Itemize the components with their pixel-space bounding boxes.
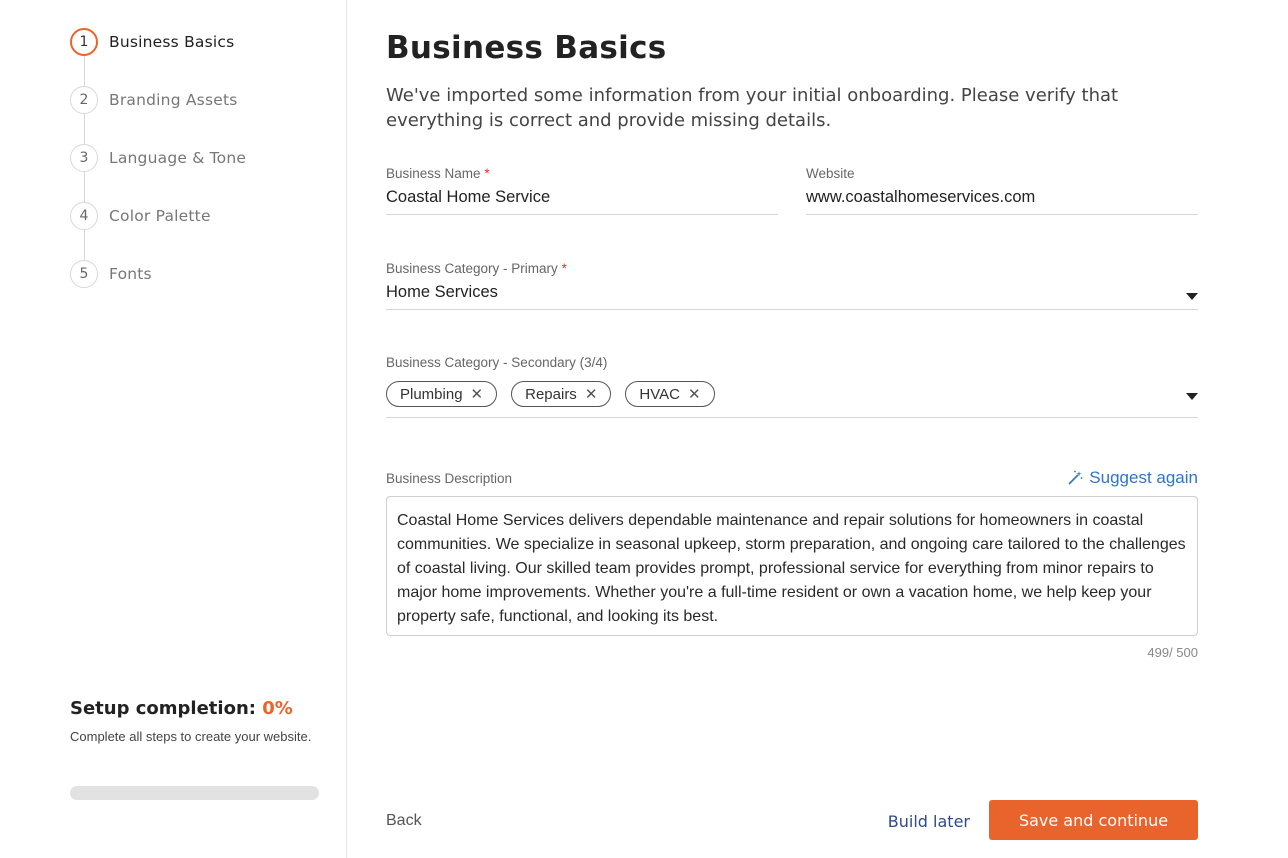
step-language-tone[interactable]: 3 Language & Tone <box>70 144 246 202</box>
completion-percent: 0% <box>262 698 293 719</box>
completion-title-text: Setup completion: <box>70 698 256 719</box>
step-fonts[interactable]: 5 Fonts <box>70 260 246 318</box>
step-business-basics[interactable]: 1 Business Basics <box>70 28 246 86</box>
step-label: Branding Assets <box>109 91 238 109</box>
chip-repairs: Repairs ✕ <box>511 381 612 407</box>
build-later-button[interactable]: Build later <box>888 812 970 831</box>
step-connector <box>83 172 85 202</box>
step-list: 1 Business Basics 2 Branding Assets 3 La… <box>70 28 246 318</box>
close-icon[interactable]: ✕ <box>471 385 484 403</box>
description-header: Business Description Suggest again <box>386 468 1198 488</box>
caret-down-icon[interactable] <box>1186 393 1198 400</box>
required-mark: * <box>561 261 567 276</box>
step-label: Language & Tone <box>109 149 247 167</box>
magic-wand-icon <box>1068 470 1083 485</box>
category-secondary-label: Business Category - Secondary (3/4) <box>386 355 608 370</box>
website-label: Website <box>806 166 855 181</box>
page-title: Business Basics <box>386 30 667 66</box>
chip-label: Plumbing <box>400 385 463 403</box>
step-number: 5 <box>70 260 98 288</box>
step-connector <box>83 56 85 86</box>
sidebar: 1 Business Basics 2 Branding Assets 3 La… <box>0 0 347 858</box>
business-name-label: Business Name * <box>386 166 778 181</box>
business-name-label-text: Business Name <box>386 166 481 181</box>
close-icon[interactable]: ✕ <box>688 385 701 403</box>
suggest-again-button[interactable]: Suggest again <box>1067 468 1198 488</box>
chip-label: HVAC <box>639 385 680 403</box>
step-connector <box>83 230 85 260</box>
step-number: 2 <box>70 86 98 114</box>
chip-plumbing: Plumbing ✕ <box>386 381 498 407</box>
step-color-palette[interactable]: 4 Color Palette <box>70 202 246 260</box>
suggest-again-label: Suggest again <box>1089 468 1198 487</box>
business-name-field[interactable]: Business Name * Coastal Home Service <box>386 166 778 215</box>
step-number: 4 <box>70 202 98 230</box>
completion-description: Complete all steps to create your websit… <box>70 729 312 744</box>
website-input[interactable]: www.coastalhomeservices.com <box>806 188 1198 207</box>
website-field[interactable]: Website www.coastalhomeservices.com <box>806 166 1198 215</box>
step-branding-assets[interactable]: 2 Branding Assets <box>70 86 246 144</box>
completion-progress-bar <box>70 786 319 800</box>
close-icon[interactable]: ✕ <box>585 385 598 403</box>
chip-hvac: HVAC ✕ <box>625 381 715 407</box>
category-primary-value: Home Services <box>386 283 498 301</box>
category-primary-select[interactable]: Business Category - Primary * Home Servi… <box>386 261 1198 310</box>
required-mark: * <box>484 166 490 181</box>
page-subtitle: We've imported some information from you… <box>386 85 1119 131</box>
category-primary-label-text: Business Category - Primary <box>386 261 558 276</box>
setup-completion: Setup completion: 0% Complete all steps … <box>70 698 320 746</box>
business-description-textarea[interactable]: Coastal Home Services delivers dependabl… <box>386 496 1198 636</box>
category-secondary-select[interactable]: Business Category - Secondary (3/4) Plum… <box>386 355 1198 418</box>
business-name-input[interactable]: Coastal Home Service <box>386 188 778 207</box>
caret-down-icon[interactable] <box>1186 293 1198 300</box>
character-count: 499/ 500 <box>1147 645 1198 660</box>
back-button[interactable]: Back <box>386 812 422 830</box>
step-label: Color Palette <box>109 207 211 225</box>
step-number: 3 <box>70 144 98 172</box>
chip-label: Repairs <box>525 385 577 403</box>
step-number: 1 <box>70 28 98 56</box>
completion-title: Setup completion: 0% <box>70 698 320 719</box>
step-label: Fonts <box>109 265 152 283</box>
category-primary-label: Business Category - Primary * <box>386 261 1198 276</box>
step-label: Business Basics <box>109 33 235 51</box>
save-and-continue-button[interactable]: Save and continue <box>989 800 1198 840</box>
step-connector <box>83 114 85 144</box>
chip-list: Plumbing ✕ Repairs ✕ HVAC ✕ <box>386 381 1198 407</box>
